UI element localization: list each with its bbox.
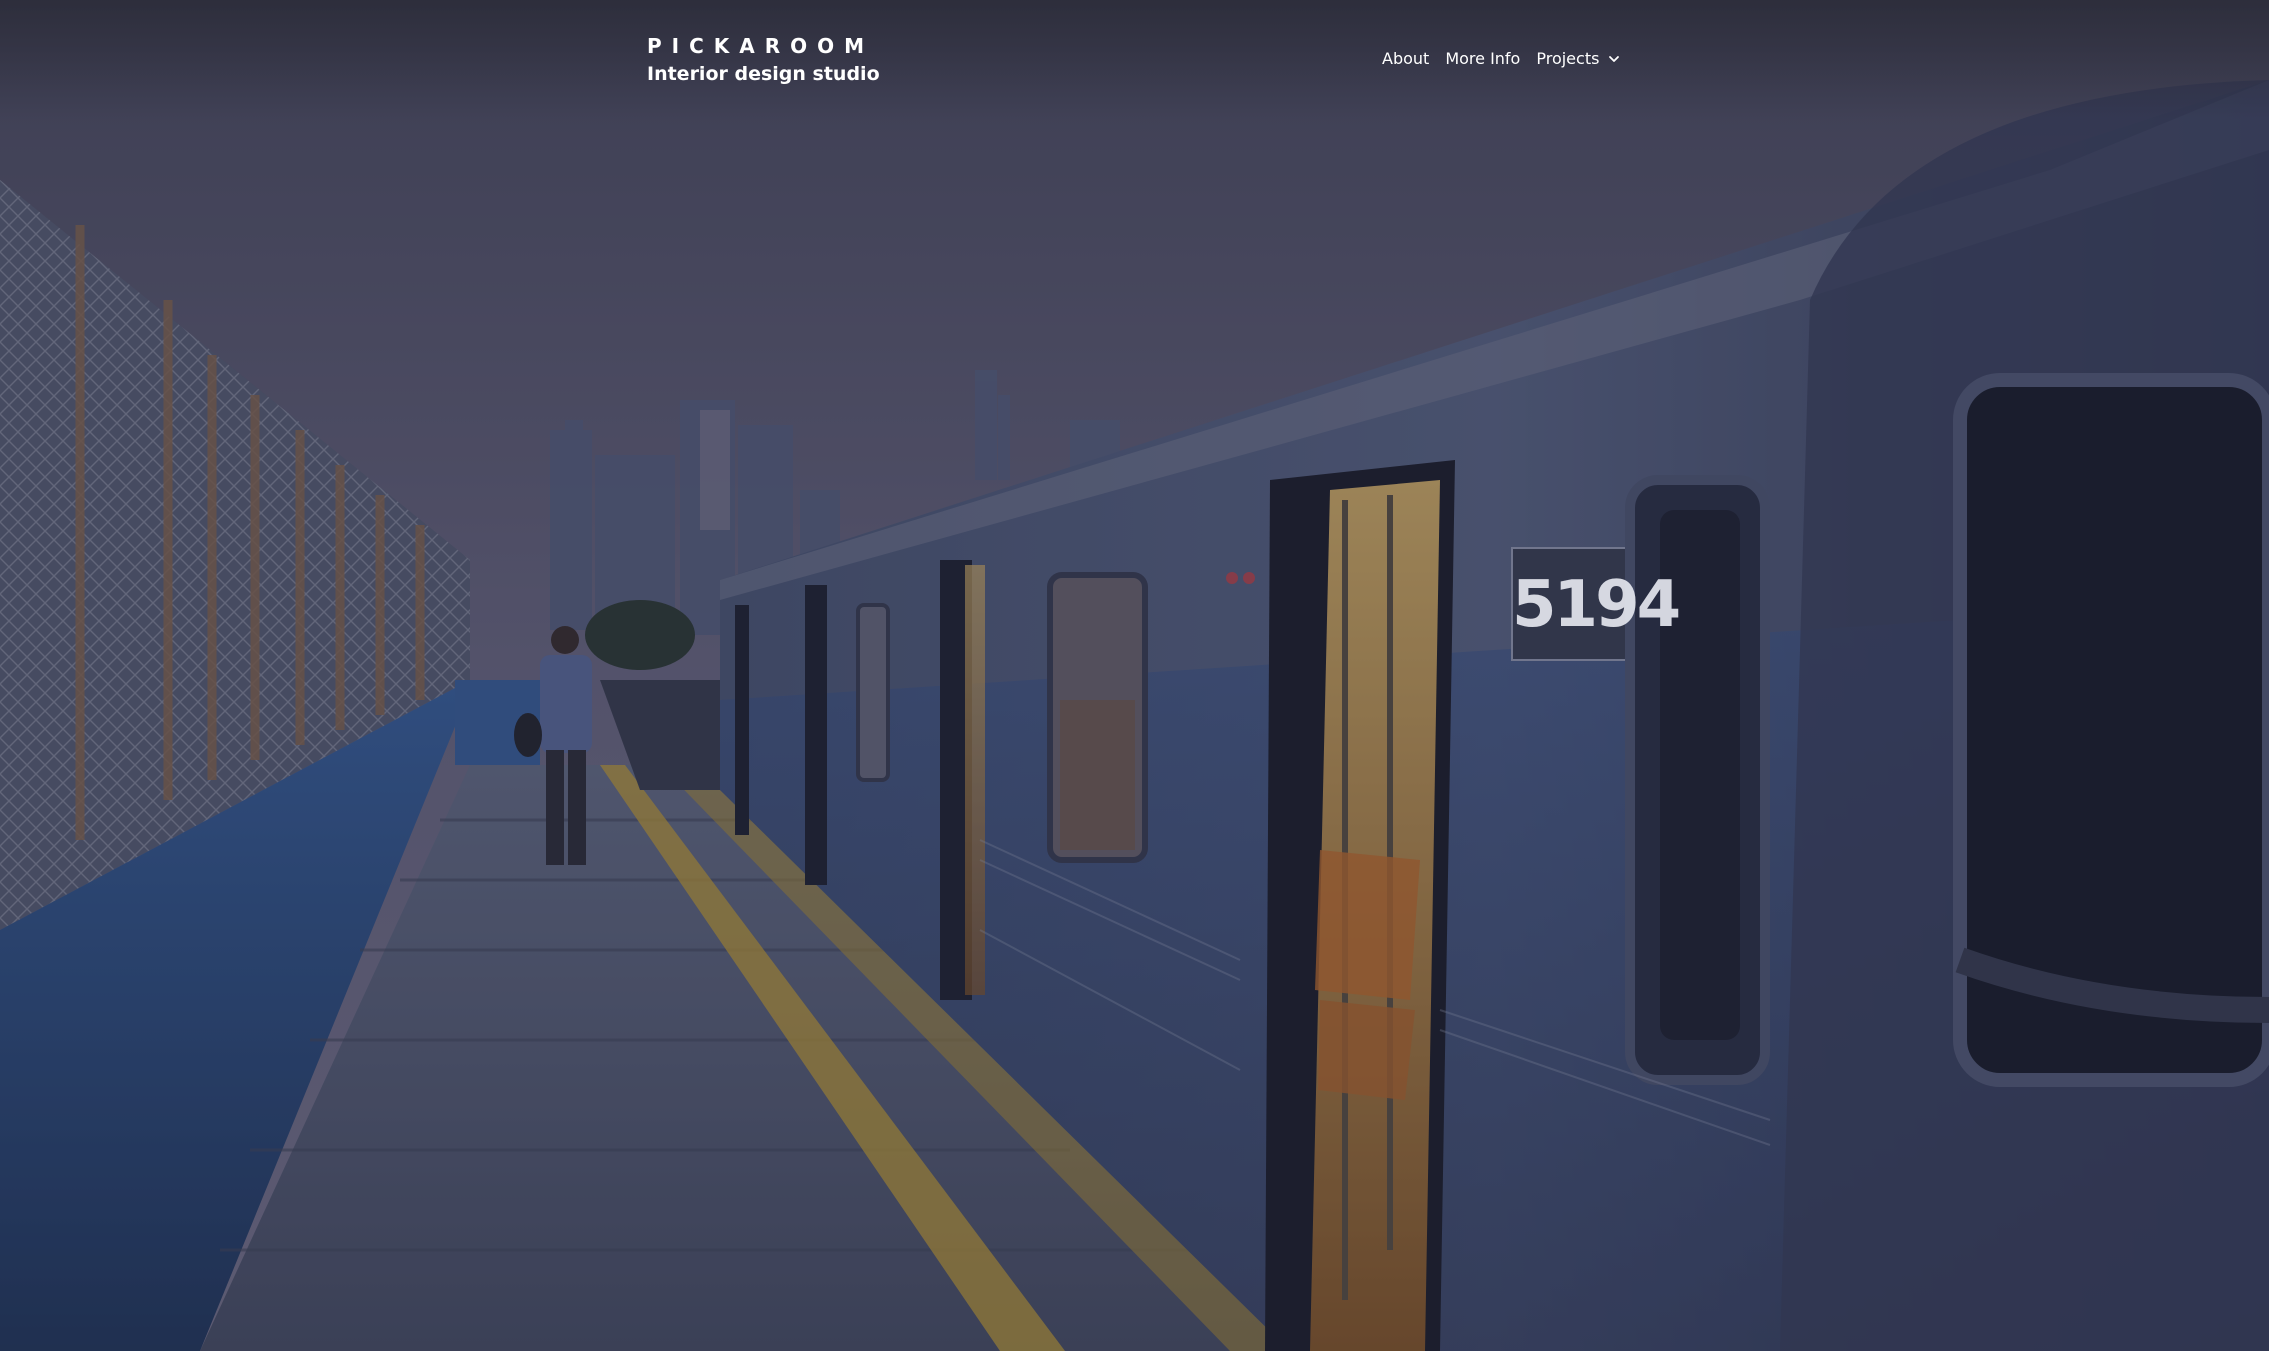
nav-link-more-info[interactable]: More Info — [1445, 47, 1520, 71]
train-car-number: 5194 — [1512, 568, 1681, 642]
main-navigation: About More Info Projects — [1382, 47, 1621, 71]
nav-dropdown-projects[interactable]: Projects — [1536, 47, 1621, 71]
nav-link-projects: Projects — [1536, 49, 1600, 68]
brand-logo-link[interactable]: PICKAROOM Interior design studio — [647, 33, 880, 87]
brand-tagline: Interior design studio — [647, 63, 880, 85]
nav-link-about[interactable]: About — [1382, 47, 1429, 71]
hero-background-image: 5194 — [0, 0, 2269, 1351]
chevron-down-icon — [1609, 56, 1620, 62]
site-header: PICKAROOM Interior design studio About M… — [0, 0, 2269, 120]
brand-name: PICKAROOM — [647, 34, 875, 58]
